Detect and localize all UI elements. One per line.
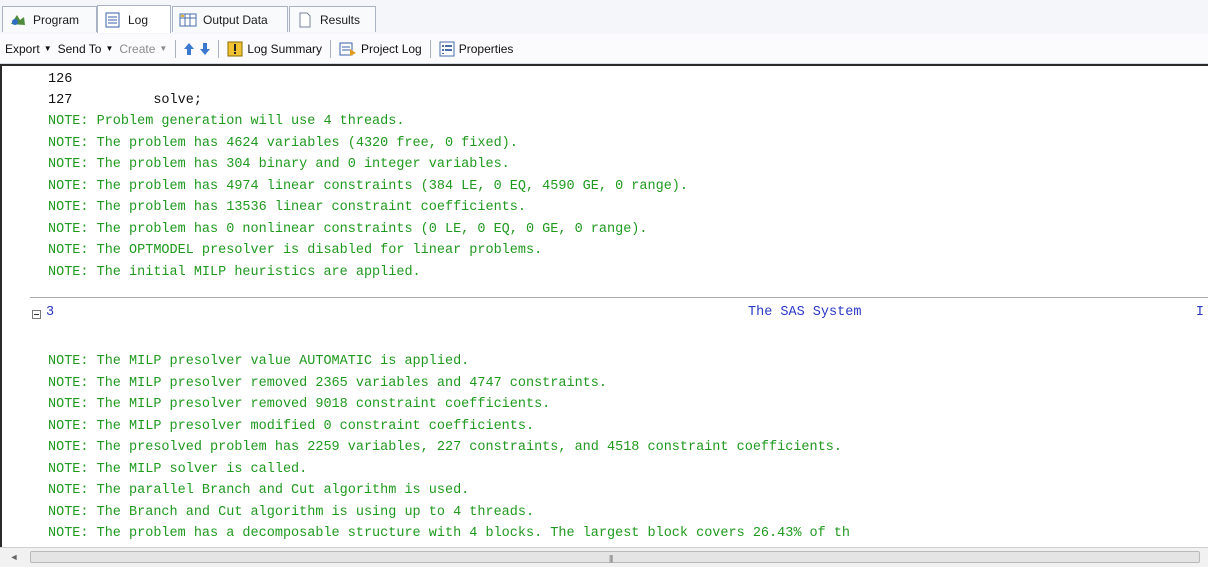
project-log-icon <box>339 41 357 57</box>
log-icon <box>104 12 122 28</box>
log-line: NOTE: The Branch and Cut algorithm is us… <box>48 505 535 520</box>
toolbar-separator <box>330 39 332 58</box>
log-summary-label: Log Summary <box>247 41 323 56</box>
log-line: 126 <box>48 72 73 87</box>
log-summary-button[interactable]: Log Summary <box>224 38 325 60</box>
toolbar-separator <box>429 39 431 58</box>
log-line: NOTE: Problem generation will use 4 thre… <box>48 114 405 129</box>
horizontal-scrollbar[interactable]: ◄ ||| <box>0 547 1208 567</box>
program-icon <box>9 12 27 28</box>
properties-label: Properties <box>458 41 514 56</box>
chevron-down-icon: ▼ <box>105 44 114 53</box>
log-line: NOTE: The OPTMODEL presolver is disabled… <box>48 243 543 258</box>
scrollbar-thumb[interactable]: ||| <box>30 551 1200 563</box>
scrollbar-grip-icon: ||| <box>609 554 613 563</box>
page-header-title: The SAS System <box>748 305 862 320</box>
log-line: NOTE: The MILP presolver modified 0 cons… <box>48 419 535 434</box>
tab-strip: Program Log Output Data Results <box>0 0 1208 35</box>
properties-button[interactable]: Properties <box>436 38 517 60</box>
log-pane[interactable]: 126 127 solve; NOTE: Problem generation … <box>0 64 1208 547</box>
log-line: NOTE: The problem has 4974 linear constr… <box>48 179 689 194</box>
scroll-left-icon[interactable]: ◄ <box>6 550 22 564</box>
tab-log-label: Log <box>128 12 149 27</box>
create-button[interactable]: Create ▼ <box>116 38 170 60</box>
page-number: 3 <box>46 305 55 320</box>
log-line: NOTE: The MILP presolver value AUTOMATIC… <box>48 354 470 369</box>
project-log-label: Project Log <box>361 41 422 56</box>
log-line: NOTE: The MILP presolver removed 2365 va… <box>48 376 607 391</box>
log-line: NOTE: The parallel Branch and Cut algori… <box>48 483 470 498</box>
log-line: NOTE: The problem has 13536 linear const… <box>48 200 526 215</box>
output-data-icon <box>179 12 197 28</box>
tab-output-data-label: Output Data <box>203 12 268 27</box>
log-line: NOTE: The presolved problem has 2259 var… <box>48 440 842 455</box>
toolbar-separator <box>175 39 177 58</box>
collapse-icon[interactable] <box>32 310 41 319</box>
up-arrow-icon[interactable] <box>181 40 197 58</box>
properties-icon <box>439 41 455 57</box>
toolbar-separator <box>218 39 220 58</box>
send-to-button[interactable]: Send To ▼ <box>55 38 117 60</box>
log-line: NOTE: The problem has 0 nonlinear constr… <box>48 222 648 237</box>
tab-program[interactable]: Program <box>2 6 97 32</box>
send-to-label: Send To <box>57 41 102 56</box>
tab-results-label: Results <box>320 12 361 27</box>
log-line: NOTE: The problem has 304 binary and 0 i… <box>48 157 510 172</box>
log-line: 127 solve; <box>48 93 202 108</box>
chevron-down-icon: ▼ <box>43 44 52 53</box>
bottom-margin <box>0 567 1208 579</box>
log-line: NOTE: The MILP solver is called. <box>48 462 308 477</box>
tab-output-data[interactable]: Output Data <box>172 6 288 32</box>
log-summary-icon <box>227 41 243 57</box>
log-line: NOTE: The problem has a decomposable str… <box>48 526 851 541</box>
page-header-cut-text: I <box>1195 305 1204 320</box>
down-arrow-icon[interactable] <box>197 40 213 58</box>
create-label: Create <box>119 41 156 56</box>
log-toolbar: Export ▼ Send To ▼ Create ▼ Log Summary … <box>0 34 1208 64</box>
page-break-divider <box>30 297 1208 298</box>
export-label: Export <box>5 41 40 56</box>
log-line: NOTE: The MILP presolver removed 9018 co… <box>48 397 551 412</box>
project-log-button[interactable]: Project Log <box>336 38 425 60</box>
results-icon <box>296 12 314 28</box>
tab-program-label: Program <box>33 12 80 27</box>
chevron-down-icon: ▼ <box>159 44 168 53</box>
log-line: NOTE: The problem has 4624 variables (43… <box>48 136 518 151</box>
tab-results[interactable]: Results <box>289 6 376 32</box>
tab-log[interactable]: Log <box>97 5 171 33</box>
log-line: NOTE: The initial MILP heuristics are ap… <box>48 265 421 280</box>
export-button[interactable]: Export ▼ <box>2 38 55 60</box>
